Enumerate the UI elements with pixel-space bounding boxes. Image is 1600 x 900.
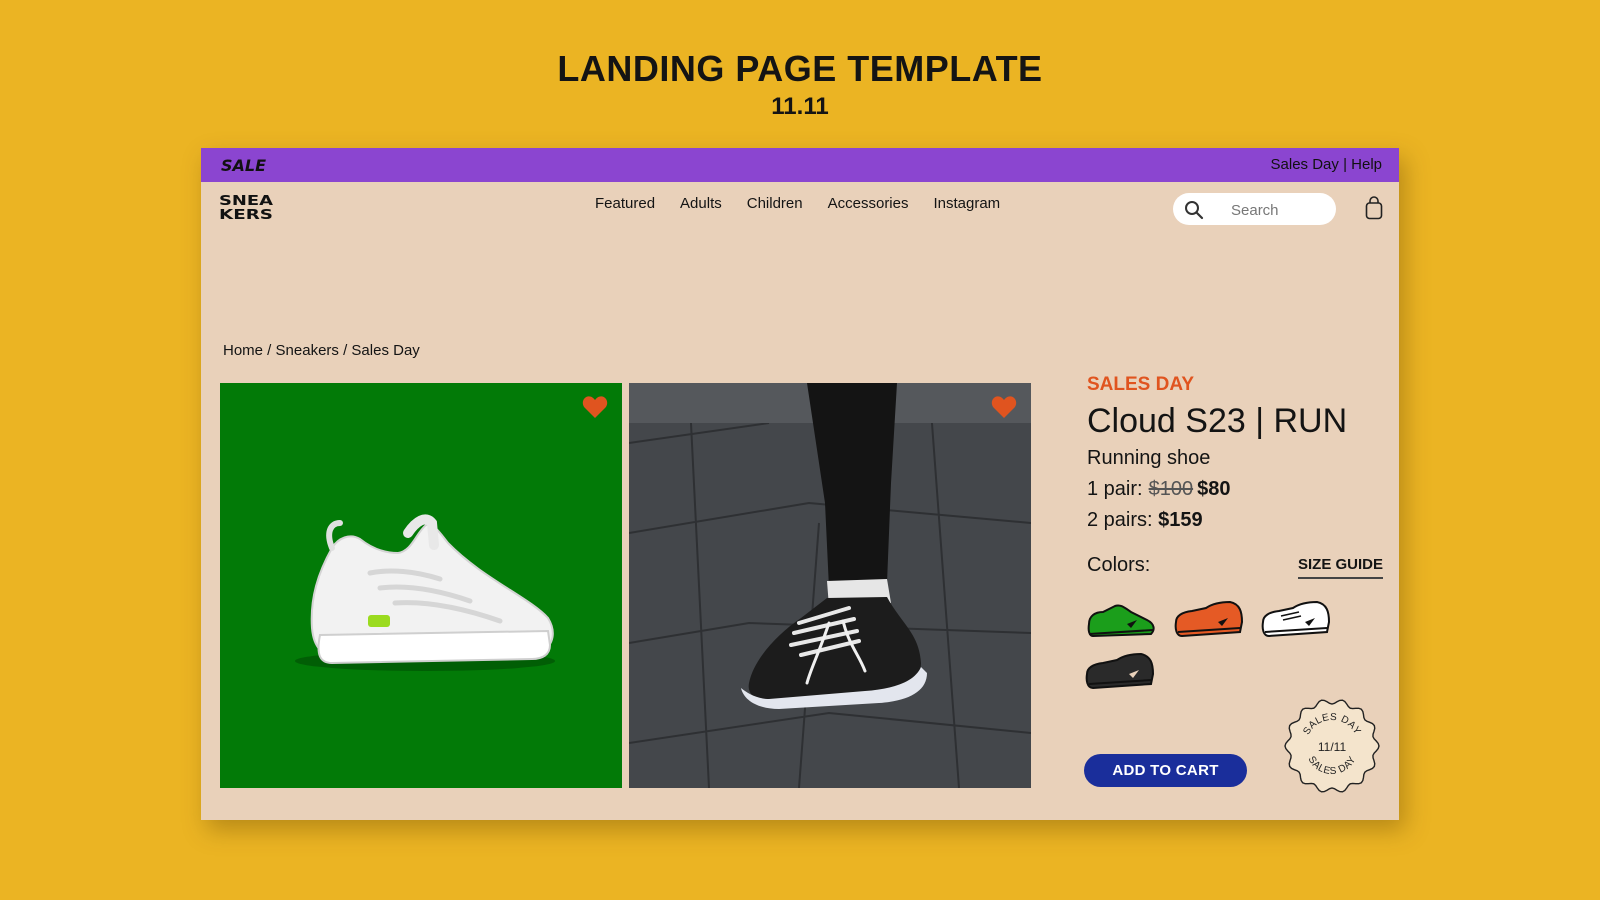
search-box[interactable] [1173, 193, 1336, 225]
product-name: Cloud S23 | RUN [1087, 402, 1348, 440]
product-info: SALES DAY Cloud S23 | RUN Running shoe 1… [1087, 373, 1383, 533]
page-heading: LANDING PAGE TEMPLATE 11.11 [0, 48, 1600, 122]
nav-item-instagram[interactable]: Instagram [933, 194, 1000, 214]
svg-text:SALE: SALE [221, 156, 266, 174]
breadcrumb: Home / Sneakers / Sales Day [223, 341, 420, 361]
price-one-old: $100 [1148, 478, 1194, 500]
svg-text:SNEA: SNEA [219, 194, 273, 209]
shopping-bag-icon[interactable] [1365, 196, 1383, 220]
sales-day-link[interactable]: Sales Day [1271, 156, 1339, 173]
color-swatch-orange[interactable] [1172, 598, 1246, 640]
breadcrumb-home[interactable]: Home [223, 342, 263, 359]
promo-label: SALES DAY [1087, 374, 1194, 395]
svg-text:KERS: KERS [219, 208, 273, 222]
breadcrumb-sales-day: Sales Day [351, 342, 420, 359]
black-sneaker-photo [629, 383, 1031, 788]
color-swatch-white[interactable] [1259, 598, 1333, 640]
search-icon[interactable] [1184, 200, 1204, 220]
colors-label: Colors: [1087, 554, 1151, 576]
breadcrumb-separator: / [338, 342, 352, 359]
page-subtitle: 11.11 [771, 93, 829, 120]
search-input[interactable] [1229, 199, 1331, 221]
help-link[interactable]: Help [1351, 156, 1382, 173]
top-bar: SALE Sales Day | Help [201, 148, 1399, 182]
price-two-pairs: 2 pairs: $159 [1087, 507, 1383, 533]
heart-icon[interactable] [582, 395, 608, 419]
price-one-label: 1 pair: [1087, 478, 1143, 500]
product-image-white-sneaker[interactable] [220, 383, 622, 788]
landing-page-mockup: SALE Sales Day | Help SNEA KERS Featured… [201, 148, 1399, 820]
sales-day-badge: SALES DAY 11/11 SALES DAY [1284, 699, 1380, 793]
product-type: Running shoe [1087, 447, 1211, 469]
white-sneaker-illustration [295, 514, 555, 671]
price-one-new: $80 [1197, 478, 1231, 500]
size-guide-link[interactable]: SIZE GUIDE [1297, 555, 1383, 579]
top-links-separator: | [1343, 156, 1347, 173]
page-title: LANDING PAGE TEMPLATE [557, 48, 1043, 89]
nav-item-featured[interactable]: Featured [595, 194, 655, 214]
top-links: Sales Day | Help [1271, 155, 1382, 175]
color-swatch-green[interactable] [1085, 600, 1157, 642]
nav-item-children[interactable]: Children [747, 194, 803, 214]
breadcrumb-separator: / [263, 342, 276, 359]
breadcrumb-sneakers[interactable]: Sneakers [276, 342, 339, 359]
colors-row: Colors: SIZE GUIDE [1087, 552, 1383, 580]
price-one-pair: 1 pair: $100 $80 [1087, 476, 1383, 502]
price-two-label: 2 pairs: [1087, 509, 1153, 531]
sneakers-logo[interactable]: SNEA KERS [219, 192, 273, 222]
main-nav: Featured Adults Children Accessories Ins… [595, 194, 1000, 214]
badge-center-text: 11/11 [1318, 740, 1347, 754]
sale-logo[interactable]: SALE [220, 156, 274, 174]
color-swatch-black[interactable] [1083, 650, 1157, 692]
product-image-black-sneaker[interactable] [629, 383, 1031, 788]
nav-item-adults[interactable]: Adults [680, 194, 722, 214]
add-to-cart-button[interactable]: ADD TO CART [1084, 754, 1247, 787]
nav-item-accessories[interactable]: Accessories [828, 194, 909, 214]
heart-icon[interactable] [991, 395, 1017, 419]
price-two: $159 [1158, 509, 1203, 531]
